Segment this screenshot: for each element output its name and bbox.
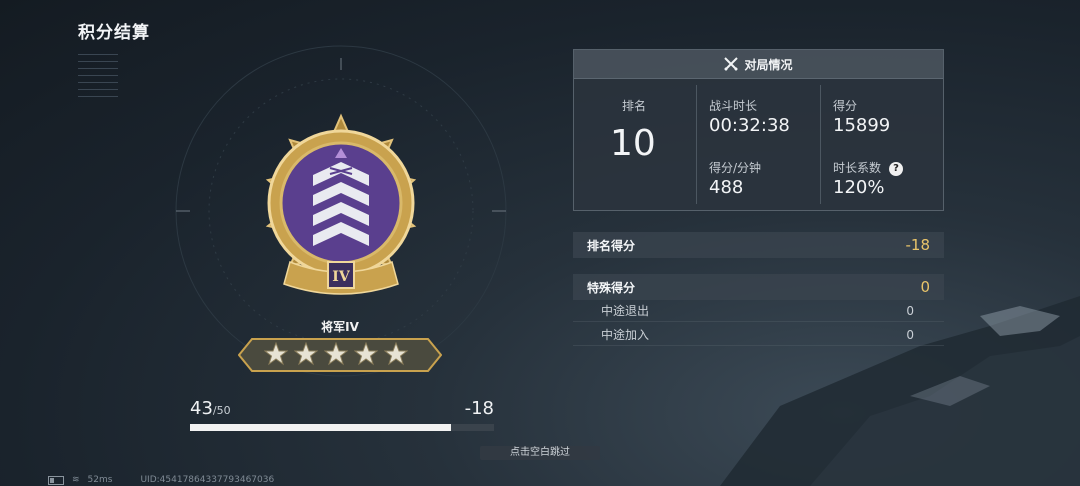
score-value: 15899 <box>833 115 891 136</box>
duration-label: 战斗时长 <box>709 99 758 113</box>
special-points-value: 0 <box>920 278 930 296</box>
help-icon[interactable]: ? <box>889 161 904 176</box>
rank-label: 排名 <box>622 99 647 113</box>
rank-points-label: 排名得分 <box>587 238 636 253</box>
special-points-label: 特殊得分 <box>587 280 636 295</box>
duration-value: 00:32:38 <box>709 115 790 136</box>
column-divider <box>696 85 697 204</box>
battery-icon <box>48 475 64 485</box>
star-icon <box>354 342 378 366</box>
join-midway-label: 中途加入 <box>601 328 650 342</box>
rank-name: 将军IV <box>321 320 359 334</box>
coefficient-label: 时长系数? <box>833 159 904 176</box>
page-title: 积分结算 <box>78 23 150 43</box>
list-item: 中途加入 0 <box>573 324 944 346</box>
panel-title: 对局情况 <box>744 57 793 72</box>
panel-header: 对局情况 <box>574 50 943 79</box>
ping-value: 52ms <box>87 475 113 485</box>
decor-lines <box>78 48 118 103</box>
join-midway-value: 0 <box>906 327 914 342</box>
special-points-row: 特殊得分 0 <box>573 274 944 300</box>
star-row <box>264 342 408 366</box>
rank-points-current: 43 <box>190 398 213 419</box>
uid-text: UID:4541786433779346703​6 <box>140 475 275 485</box>
rank-points-change: -18 <box>464 398 494 419</box>
star-icon <box>324 342 348 366</box>
spm-label: 得分/分钟 <box>709 161 762 175</box>
rank-numeral-badge: IV <box>332 269 351 285</box>
star-icon <box>264 342 288 366</box>
star-plate <box>238 338 442 372</box>
rank-numeral: IV <box>332 269 351 285</box>
score-label: 得分 <box>833 99 858 113</box>
rank-points-value: -18 <box>905 236 931 254</box>
column-divider <box>820 85 821 204</box>
coefficient-value: 120% <box>833 177 885 198</box>
quit-midway-label: 中途退出 <box>601 304 650 318</box>
star-icon <box>294 342 318 366</box>
wifi-icon: ≋ <box>72 475 80 485</box>
rank-progress-fill <box>190 424 452 431</box>
rank-value: 10 <box>610 123 656 164</box>
rank-points-row: 排名得分 -18 <box>573 232 944 258</box>
quit-midway-value: 0 <box>906 303 914 318</box>
rank-points: 43/50 <box>190 398 231 419</box>
status-bar: ≋ 52ms UID:4541786433779346703​6 <box>48 474 274 486</box>
rank-points-max: /50 <box>212 404 231 417</box>
match-stats-panel: 对局情况 排名 10 战斗时长 00:32:38 得分/分钟 488 得分 15… <box>573 49 944 211</box>
spm-value: 488 <box>709 177 744 198</box>
crossed-swords-icon <box>724 57 739 71</box>
star-icon <box>384 342 408 366</box>
skip-button[interactable]: 点击空白跳过 <box>480 446 600 460</box>
list-item: 中途退出 0 <box>573 300 944 322</box>
